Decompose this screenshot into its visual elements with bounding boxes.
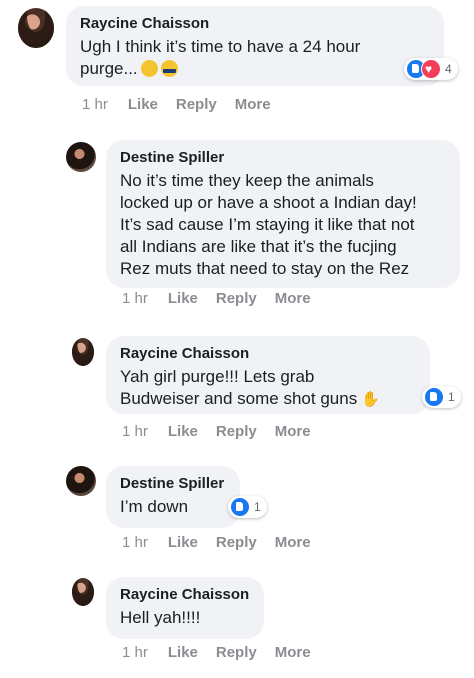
reply-link[interactable]: Reply <box>216 290 257 307</box>
comment-text-line: locked up or have a shoot a Indian day! <box>120 193 417 212</box>
comment-text: Yah girl purge!!! Lets grab Budweiser an… <box>120 366 416 411</box>
reply-link[interactable]: Reply <box>216 423 257 440</box>
comment-actions: 1 hr Like Reply More <box>122 423 329 440</box>
avatar[interactable] <box>72 578 94 606</box>
comment-text-line: Ugh I think it’s time to have a 24 hour <box>80 37 361 56</box>
like-reaction-icon <box>230 497 250 517</box>
more-link[interactable]: More <box>275 290 311 307</box>
persevering-face-emoji-icon <box>140 60 158 77</box>
like-link[interactable]: Like <box>128 96 158 113</box>
comment-bubble: Destine Spiller No it’s time they keep t… <box>106 140 460 288</box>
avatar[interactable] <box>66 466 96 496</box>
comment-timestamp[interactable]: 1 hr <box>122 290 148 307</box>
reaction-count: 4 <box>445 62 452 76</box>
reaction-count: 1 <box>254 500 261 514</box>
comment-actions: 1 hr Like Reply More <box>82 96 289 113</box>
comment-text-line: all Indians are like that it’s the fucji… <box>120 237 397 256</box>
swat-face-emoji-icon <box>160 60 178 77</box>
comment-text-line-with-emoji: Budweiser and some shot guns ✋ <box>120 388 416 411</box>
like-link[interactable]: Like <box>168 423 198 440</box>
comment-author[interactable]: Raycine Chaisson <box>80 14 430 34</box>
comment-text: Hell yah!!!! <box>120 607 250 629</box>
comment-text-line: It’s sad cause I’m staying it like that … <box>120 215 415 234</box>
comment-text-line: I’m down <box>120 497 189 516</box>
comment-actions: 1 hr Like Reply More <box>122 290 329 307</box>
reply-link[interactable]: Reply <box>176 96 217 113</box>
comment-actions: 1 hr Like Reply More <box>122 534 329 551</box>
comment-text-line: No it’s time they keep the animals <box>120 171 374 190</box>
comment-text-line: Budweiser and some shot guns <box>120 389 358 408</box>
comment-timestamp[interactable]: 1 hr <box>122 423 148 440</box>
reply-link[interactable]: Reply <box>216 534 257 551</box>
comment-author[interactable]: Destine Spiller <box>120 148 446 168</box>
comment-author[interactable]: Raycine Chaisson <box>120 344 416 364</box>
comment-text: I’m down <box>120 496 226 518</box>
avatar[interactable] <box>18 8 54 48</box>
comment-timestamp[interactable]: 1 hr <box>82 96 108 113</box>
reply-link[interactable]: Reply <box>216 644 257 661</box>
ok-hand-emoji-icon: ✋ <box>361 391 380 408</box>
like-link[interactable]: Like <box>168 644 198 661</box>
like-link[interactable]: Like <box>168 290 198 307</box>
comment-text-line: Yah girl purge!!! Lets grab <box>120 367 315 386</box>
comment-author[interactable]: Destine Spiller <box>120 474 226 494</box>
love-reaction-icon <box>421 59 441 79</box>
comment-timestamp[interactable]: 1 hr <box>122 534 148 551</box>
more-link[interactable]: More <box>275 534 311 551</box>
comment-timestamp[interactable]: 1 hr <box>122 644 148 661</box>
avatar[interactable] <box>72 338 94 366</box>
reaction-summary[interactable]: 1 <box>228 496 267 518</box>
more-link[interactable]: More <box>275 423 311 440</box>
comment-bubble: Raycine Chaisson Hell yah!!!! <box>106 577 264 639</box>
comment-text-line: Rez muts that need to stay on the Rez <box>120 259 410 278</box>
like-link[interactable]: Like <box>168 534 198 551</box>
like-reaction-icon <box>424 387 444 407</box>
comment-bubble: Raycine Chaisson Ugh I think it’s time t… <box>66 6 444 86</box>
comment-bubble: Raycine Chaisson Yah girl purge!!! Lets … <box>106 336 430 414</box>
reaction-summary[interactable]: 1 <box>422 386 461 408</box>
avatar[interactable] <box>66 142 96 172</box>
more-link[interactable]: More <box>235 96 271 113</box>
comment-text-line: Hell yah!!!! <box>120 608 201 627</box>
comment-actions: 1 hr Like Reply More <box>122 644 329 661</box>
comment-bubble: Destine Spiller I’m down <box>106 466 240 528</box>
reaction-summary[interactable]: 4 <box>404 58 458 80</box>
reaction-count: 1 <box>448 390 455 404</box>
comment-text-line: purge... <box>80 59 138 78</box>
comment-text: No it’s time they keep the animals locke… <box>120 170 446 280</box>
comment-author[interactable]: Raycine Chaisson <box>120 585 250 605</box>
comment-text: Ugh I think it’s time to have a 24 hour … <box>80 36 430 80</box>
comment-text-line-with-emoji: purge... <box>80 58 430 80</box>
more-link[interactable]: More <box>275 644 311 661</box>
